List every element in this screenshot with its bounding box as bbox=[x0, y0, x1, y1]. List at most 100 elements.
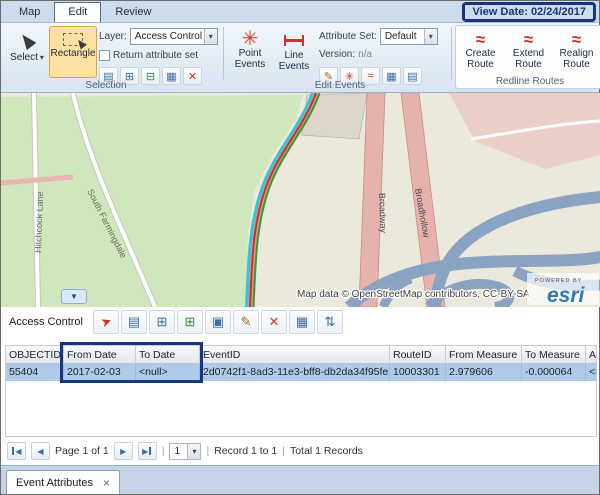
attribute-set-dropdown[interactable]: Default ▾ bbox=[380, 28, 438, 45]
previous-page-button[interactable]: ◀ bbox=[31, 442, 50, 460]
chevron-down-icon: ▾ bbox=[204, 29, 217, 44]
column-header-eventid[interactable]: EventID bbox=[200, 346, 390, 364]
return-attribute-set-checkbox[interactable] bbox=[99, 50, 110, 61]
pan-to-selected-button[interactable]: ⊞ bbox=[177, 310, 203, 334]
panel-title: Access Control bbox=[9, 316, 83, 328]
separator: | bbox=[206, 445, 209, 457]
previous-page-icon: ◀ bbox=[37, 447, 43, 456]
show-attributes-icon: ▤ bbox=[128, 314, 140, 330]
layer-dropdown-value: Access Control bbox=[131, 29, 204, 44]
select-cursor-icon bbox=[18, 31, 37, 50]
layer-label: Layer: bbox=[99, 31, 127, 42]
next-page-button[interactable]: ▶ bbox=[114, 442, 133, 460]
last-page-button[interactable]: ▶ bbox=[138, 442, 157, 460]
total-records-label: Total 1 Records bbox=[290, 445, 363, 457]
last-page-icon: ▶ bbox=[142, 447, 148, 456]
view-date-label: View Date: 02/24/2017 bbox=[472, 6, 586, 18]
collapse-arrow-icon: ▼ bbox=[70, 292, 78, 301]
close-icon[interactable]: × bbox=[103, 478, 110, 488]
point-events-button[interactable]: ✳ Point Events bbox=[229, 26, 271, 78]
cell-to-date[interactable]: <null> bbox=[136, 364, 200, 381]
extend-route-icon: ≈ bbox=[524, 32, 533, 48]
first-page-button[interactable]: ◀ bbox=[7, 442, 26, 460]
attribute-set-value: Default bbox=[381, 29, 424, 44]
redline-routes-panel: ≈ Create Route ≈ Extend Route ≈ Realign … bbox=[455, 25, 600, 89]
bottom-tab-bar: Event Attributes × bbox=[1, 465, 599, 494]
tab-event-attributes[interactable]: Event Attributes × bbox=[6, 470, 120, 494]
chevron-down-icon: ▾ bbox=[40, 53, 44, 62]
zoom-to-selected-icon: ⊞ bbox=[157, 314, 168, 330]
tab-review[interactable]: Review bbox=[101, 2, 165, 22]
cell-eventid[interactable]: 2d0742f1-8ad3-11e3-bff8-db2da34f95fe bbox=[200, 364, 390, 381]
page-indicator: Page 1 of 1 bbox=[55, 445, 109, 457]
separator: | bbox=[282, 445, 285, 457]
street-label-broadway: Broadway bbox=[377, 193, 388, 234]
view-date-highlight-box: View Date: 02/24/2017 bbox=[462, 2, 596, 22]
create-route-button[interactable]: ≈ Create Route bbox=[458, 28, 503, 74]
chevron-down-icon: ▾ bbox=[424, 29, 437, 44]
tab-map[interactable]: Map bbox=[5, 2, 54, 22]
tab-edit[interactable]: Edit bbox=[54, 2, 101, 22]
select-tool-label: Select bbox=[10, 52, 38, 63]
open-table-button[interactable]: ▦ bbox=[289, 310, 315, 334]
line-events-label: Line Events bbox=[274, 50, 314, 72]
version-label: Version: bbox=[319, 49, 355, 60]
cell-to-measure[interactable]: -0.000064 bbox=[522, 364, 586, 381]
table-row[interactable]: 55404 2017-02-03 <null> 2d0742f1-8ad3-11… bbox=[6, 364, 597, 381]
edit-events-group-label: Edit Events bbox=[229, 80, 451, 91]
rectangle-tool-button[interactable]: Rectangle bbox=[49, 26, 97, 78]
realign-route-label: Realign Route bbox=[555, 48, 598, 70]
table-icon: ▦ bbox=[296, 314, 308, 330]
cell-access[interactable]: <n bbox=[586, 364, 597, 381]
map-canvas[interactable]: Hitchcock Lane South Farmingdale Broadwa… bbox=[1, 93, 600, 307]
sort-records-button[interactable]: ⇅ bbox=[317, 310, 343, 334]
map-attribution: Map data © OpenStreetMap contributors, C… bbox=[297, 289, 530, 300]
map-collapse-button[interactable]: ▼ bbox=[61, 289, 87, 304]
delete-selected-button[interactable]: ✕ bbox=[261, 310, 287, 334]
point-events-label: Point Events bbox=[230, 48, 270, 70]
separator: | bbox=[162, 445, 165, 457]
point-event-icon: ✳ bbox=[242, 30, 259, 48]
map-graphics: Hitchcock Lane South Farmingdale Broadwa… bbox=[1, 93, 600, 307]
save-icon: ▣ bbox=[212, 314, 224, 330]
page-select-dropdown[interactable]: 1 ▾ bbox=[169, 443, 201, 460]
chevron-down-icon: ▾ bbox=[187, 444, 200, 459]
column-header-routeid[interactable]: RouteID bbox=[390, 346, 446, 364]
pan-to-selected-icon: ⊞ bbox=[185, 314, 196, 330]
cell-routeid[interactable]: 10003301 bbox=[390, 364, 446, 381]
create-route-label: Create Route bbox=[459, 48, 502, 70]
select-tool-button[interactable]: Select▾ bbox=[7, 26, 47, 78]
attribute-set-label: Attribute Set: bbox=[319, 31, 377, 42]
cell-from-date[interactable]: 2017-02-03 bbox=[64, 364, 136, 381]
pagination-bar: ◀ ◀ Page 1 of 1 ▶ ▶ | 1 ▾ | Record 1 to … bbox=[1, 439, 599, 463]
column-header-from-date[interactable]: From Date bbox=[64, 346, 136, 364]
save-edits-button[interactable]: ▣ bbox=[205, 310, 231, 334]
cell-from-measure[interactable]: 2.979606 bbox=[446, 364, 522, 381]
column-header-objectid[interactable]: OBJECTID bbox=[6, 346, 64, 364]
column-header-access[interactable]: Ac bbox=[586, 346, 597, 364]
column-header-to-measure[interactable]: To Measure bbox=[522, 346, 586, 364]
line-event-icon bbox=[284, 35, 304, 46]
zoom-to-selected-button[interactable]: ⊞ bbox=[149, 310, 175, 334]
sort-icon: ⇅ bbox=[325, 314, 336, 330]
layer-dropdown[interactable]: Access Control ▾ bbox=[130, 28, 218, 45]
version-value: n/a bbox=[358, 49, 372, 60]
event-editor-window: { "colors": { "highlight": "#17357e", "r… bbox=[0, 0, 600, 495]
edit-icon: ✎ bbox=[241, 314, 252, 330]
selection-group-label: Selection bbox=[1, 80, 211, 91]
next-page-icon: ▶ bbox=[120, 447, 126, 456]
cell-objectid[interactable]: 55404 bbox=[6, 364, 64, 381]
select-events-icon: ➤ bbox=[98, 313, 114, 332]
edit-selected-button[interactable]: ✎ bbox=[233, 310, 259, 334]
realign-route-button[interactable]: ≈ Realign Route bbox=[554, 28, 599, 74]
extend-route-button[interactable]: ≈ Extend Route bbox=[506, 28, 551, 74]
tab-event-attributes-label: Event Attributes bbox=[16, 477, 93, 489]
show-attributes-button[interactable]: ▤ bbox=[121, 310, 147, 334]
event-attributes-table: OBJECTID From Date To Date EventID Route… bbox=[5, 345, 597, 437]
realign-route-icon: ≈ bbox=[572, 32, 581, 48]
select-events-button[interactable]: ➤ bbox=[93, 310, 119, 334]
column-header-to-date[interactable]: To Date bbox=[136, 346, 200, 364]
line-events-button[interactable]: Line Events bbox=[273, 26, 315, 78]
record-range-label: Record 1 to 1 bbox=[214, 445, 277, 457]
column-header-from-measure[interactable]: From Measure bbox=[446, 346, 522, 364]
